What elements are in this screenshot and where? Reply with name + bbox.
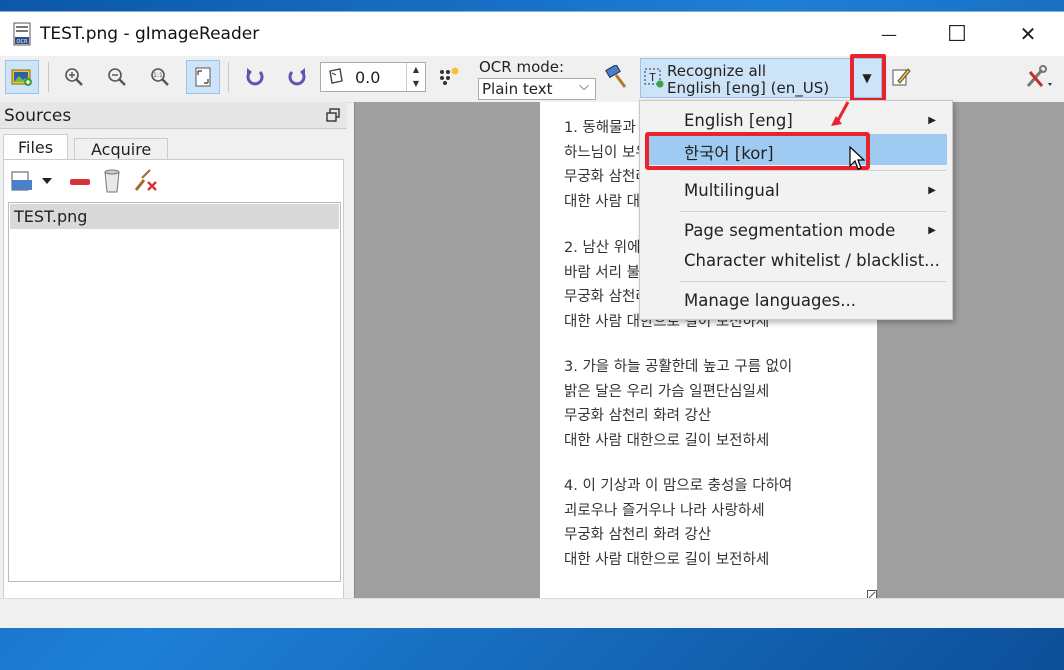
annotation-arrow-icon — [831, 101, 850, 126]
dropdown-annotation-box — [850, 54, 886, 102]
svg-text:OCR: OCR — [17, 39, 28, 45]
file-name: TEST.png — [14, 207, 88, 226]
tools-icon — [1026, 65, 1052, 87]
page-text-line: 4. 이 기상과 이 맘으로 충성을 다하여 — [564, 478, 793, 494]
rotate-right-button[interactable] — [280, 60, 314, 94]
zoom-original-icon: 1:1 — [151, 68, 169, 86]
spin-arrows[interactable]: ▲ ▼ — [406, 63, 425, 91]
autodetect-layout-button[interactable] — [432, 60, 466, 94]
menu-separator — [680, 211, 946, 212]
menu-item-page-segmentation[interactable]: Page segmentation mode ▶ — [640, 216, 952, 246]
undock-icon[interactable] — [326, 108, 340, 122]
sources-panel: Sources Files Acquire TEST.png — [0, 102, 347, 599]
submenu-arrow-icon: ▶ — [928, 115, 936, 126]
page-text-line: 밝은 달은 우리 가슴 일편단심일세 — [564, 384, 770, 400]
svg-text:T: T — [649, 71, 656, 84]
toggle-sources-button[interactable] — [5, 60, 39, 94]
main-toolbar: 1:1 0.0 ▲ ▼ OCR mode: Plain text ⌵ T Rec… — [0, 56, 1064, 103]
page-text-line: 3. 가을 하늘 공활한데 높고 구름 없이 — [564, 359, 793, 375]
menu-item-label: Multilingual — [684, 181, 780, 200]
settings-menu-button[interactable] — [1022, 60, 1056, 94]
file-list[interactable]: TEST.png — [8, 202, 341, 582]
chevron-down-icon: ⌵ — [579, 79, 589, 94]
page-text-line: 무궁화 삼천리 화려 강산 — [564, 408, 712, 424]
close-button[interactable]: ✕ — [1005, 12, 1051, 56]
minimize-icon: — — [881, 24, 897, 44]
broom-clear-icon — [134, 169, 157, 191]
submenu-arrow-icon: ▶ — [928, 225, 936, 236]
zoom-in-button[interactable] — [57, 60, 91, 94]
list-item[interactable]: TEST.png — [10, 204, 339, 229]
recognize-all-button[interactable]: T Recognize all English [eng] (en_US) — [640, 58, 852, 98]
recognize-tool-button[interactable] — [600, 60, 634, 94]
sources-title: Sources — [4, 106, 72, 126]
zoom-original-button[interactable]: 1:1 — [143, 60, 177, 94]
submenu-arrow-icon: ▶ — [928, 185, 936, 196]
remove-icon — [70, 179, 90, 185]
rotate-left-icon — [246, 68, 264, 86]
recognize-language: English [eng] (en_US) — [667, 79, 830, 97]
maximize-icon: ☐ — [947, 21, 967, 47]
pencil-icon — [892, 68, 911, 86]
ocr-mode-label: OCR mode: — [479, 58, 565, 76]
files-tab-content: TEST.png — [3, 159, 344, 599]
menu-item-label: Manage languages... — [684, 291, 856, 310]
tab-files[interactable]: Files — [3, 134, 69, 160]
toolbar-separator — [48, 62, 49, 92]
menu-item-multilingual[interactable]: Multilingual ▶ — [640, 176, 952, 206]
close-icon: ✕ — [1019, 22, 1037, 46]
ocr-mode-value: Plain text — [482, 80, 553, 98]
minimize-button[interactable]: — — [866, 12, 912, 56]
add-file-button[interactable] — [10, 168, 56, 194]
page-text-line: 괴로우나 즐거우나 나라 사랑하세 — [564, 503, 765, 519]
hammer-icon — [605, 65, 627, 88]
app-icon: OCR — [13, 22, 31, 46]
page-text-line: 대한 사람 대한으로 길이 보전하세 — [564, 433, 770, 449]
menu-item-label: Page segmentation mode — [684, 221, 896, 240]
sources-header: Sources — [0, 102, 347, 129]
trash-icon — [104, 169, 120, 193]
toolbar-separator — [228, 62, 229, 92]
rotation-value: 0.0 — [355, 68, 381, 87]
rotate-page-icon — [329, 68, 343, 84]
edit-output-button[interactable] — [884, 60, 918, 94]
delete-file-button[interactable] — [100, 168, 124, 194]
clear-list-button[interactable] — [132, 168, 158, 194]
tab-acquire[interactable]: Acquire — [74, 138, 169, 160]
layout-detect-icon — [440, 67, 459, 85]
remove-file-button[interactable] — [68, 170, 92, 194]
menu-separator — [680, 170, 946, 171]
zoom-fit-button[interactable] — [186, 60, 220, 94]
rotation-spinbox[interactable]: 0.0 ▲ ▼ — [320, 62, 426, 92]
menu-item-char-whitelist[interactable]: Character whitelist / blacklist... — [640, 247, 952, 277]
menu-item-label: Character whitelist / blacklist... — [684, 251, 940, 270]
rotate-right-icon — [288, 68, 306, 86]
zoom-out-icon — [108, 68, 126, 86]
korean-annotation-box — [645, 132, 870, 170]
image-sources-icon — [11, 69, 32, 86]
page-text-line: 대한 사람 대한으로 길이 보전하세 — [564, 552, 770, 568]
svg-text:1:1: 1:1 — [153, 72, 163, 79]
menu-item-manage-languages[interactable]: Manage languages... — [640, 287, 952, 317]
menu-item-english[interactable]: English [eng] ▶ — [640, 105, 952, 135]
recognize-label: Recognize all — [667, 62, 766, 80]
window-title: TEST.png - gImageReader — [40, 24, 260, 44]
rotate-left-button[interactable] — [238, 60, 272, 94]
mouse-cursor-icon — [849, 146, 865, 170]
zoom-fit-icon — [195, 67, 211, 87]
ocr-mode-select[interactable]: Plain text ⌵ — [478, 78, 596, 100]
page-text-line: 무궁화 삼천리 화려 강산 — [564, 527, 712, 543]
maximize-button[interactable]: ☐ — [934, 12, 980, 56]
title-bar: OCR TEST.png - gImageReader — ☐ ✕ — [0, 12, 1064, 56]
zoom-in-icon — [65, 68, 83, 86]
status-bar — [0, 598, 1064, 628]
add-file-icon — [11, 171, 52, 191]
menu-item-label: English [eng] — [684, 111, 793, 130]
zoom-out-button[interactable] — [100, 60, 134, 94]
recognize-text-icon: T — [644, 68, 664, 88]
menu-separator — [680, 281, 946, 282]
